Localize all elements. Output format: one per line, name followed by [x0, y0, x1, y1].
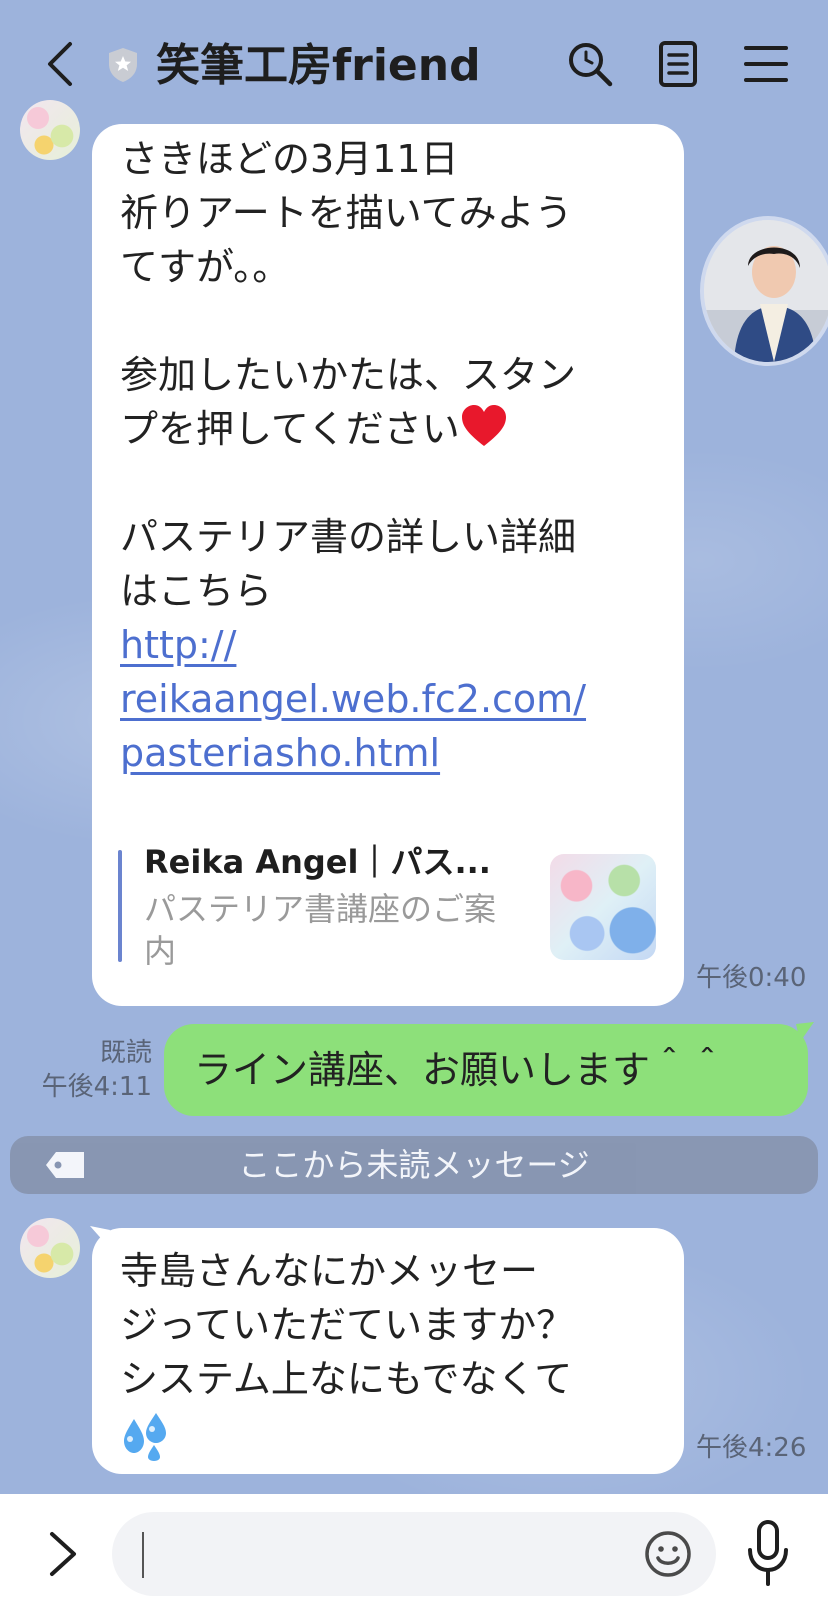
read-receipt: 既読 午後4:11	[42, 1036, 152, 1104]
search-button[interactable]	[564, 38, 616, 90]
message-text: さきほどの3月11日 祈りアートを描いてみよう てすが。。 参加したいかたは、ス…	[120, 132, 586, 780]
message-line: システム上なにもでなくて	[120, 1357, 573, 1401]
message-line: 寺島さんなにかメッセー	[120, 1249, 539, 1293]
preview-description: パステリア書講座のご案内	[144, 890, 497, 970]
message-emoji-line	[120, 1406, 574, 1461]
notes-button[interactable]	[652, 38, 704, 90]
person-photo-icon	[704, 220, 828, 362]
preview-title: Reika Angel｜パス...	[144, 843, 491, 881]
message-link[interactable]: reikaangel.web.fc2.com/	[120, 672, 586, 726]
chat-header: 笑筆工房friend	[0, 0, 828, 124]
message-line: ジっていただていますか？	[120, 1303, 575, 1347]
sender-avatar[interactable]	[20, 100, 80, 160]
search-icon	[569, 43, 613, 87]
message-line: てすが。。	[120, 245, 291, 289]
incoming-message-bubble[interactable]: 寺島さんなにかメッセー ジっていただていますか？ システム上なにもでなくて	[92, 1228, 684, 1474]
message-line-with-heart: プを押してください	[120, 402, 586, 456]
voice-input-button[interactable]	[744, 1516, 792, 1592]
emoji-button[interactable]	[642, 1528, 694, 1580]
message-line: さきほどの3月11日	[120, 137, 459, 181]
message-line-text: プを押してください	[120, 407, 460, 451]
smiley-icon	[645, 1531, 691, 1577]
bubble-tail	[796, 1022, 814, 1042]
message-link[interactable]: http://	[120, 618, 586, 672]
message-text: ライン講座、お願いします＾＾	[194, 1048, 727, 1092]
message-link[interactable]: pasteriasho.html	[120, 726, 586, 780]
message-input[interactable]	[112, 1512, 716, 1596]
sender-avatar[interactable]	[20, 1218, 80, 1278]
profile-photo-avatar[interactable]	[700, 216, 828, 366]
chevron-right-icon	[50, 1532, 76, 1576]
message-line: はこちら	[120, 569, 273, 613]
message-time: 午後0:40	[696, 963, 807, 993]
unread-divider: ここから未読メッセージ	[10, 1136, 818, 1194]
preview-thumbnail	[550, 854, 656, 960]
unread-divider-label: ここから未読メッセージ	[238, 1146, 590, 1184]
outgoing-message-bubble[interactable]: ライン講座、お願いします＾＾	[164, 1024, 808, 1116]
message-time: 午後4:11	[41, 1072, 152, 1102]
message-text: 寺島さんなにかメッセー ジっていただていますか？ システム上なにもでなくて	[120, 1244, 574, 1461]
back-button[interactable]	[36, 36, 92, 92]
shield-star-icon	[106, 46, 140, 84]
link-preview-card[interactable]: Reika Angel｜パス... パステリア書講座のご案内	[118, 840, 668, 970]
read-label: 既読	[99, 1038, 152, 1068]
text-cursor	[142, 1532, 144, 1578]
notes-icon	[659, 41, 697, 87]
message-time: 午後4:26	[696, 1433, 807, 1463]
menu-button[interactable]	[740, 38, 792, 90]
microphone-icon	[748, 1520, 788, 1586]
sweat-droplets-icon	[124, 1412, 166, 1461]
message-line: 祈りアートを描いてみよう	[120, 191, 573, 235]
menu-icon	[744, 46, 788, 82]
chevron-left-icon	[48, 42, 72, 86]
message-line: パステリア書の詳しい詳細	[120, 515, 577, 559]
chat-title: 笑筆工房friend	[156, 40, 481, 91]
heart-icon	[461, 405, 506, 446]
message-line: 参加したいかたは、スタン	[120, 353, 577, 397]
message-input-bar	[0, 1494, 828, 1614]
preview-accent-bar	[118, 850, 122, 962]
expand-button[interactable]	[40, 1518, 88, 1590]
